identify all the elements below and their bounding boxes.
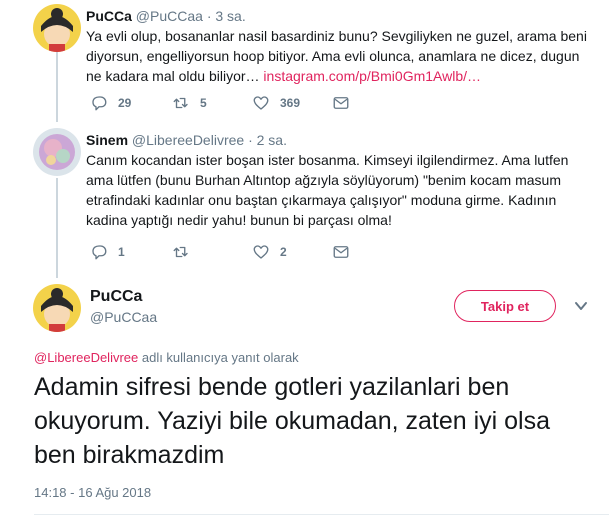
handle[interactable]: @LibereeDelivree	[132, 132, 244, 148]
tweet-header: Sinem @LibereeDelivree · 2 sa.	[86, 132, 287, 148]
reply-icon	[92, 96, 107, 111]
like-icon	[253, 96, 269, 110]
follow-button-label: Takip et	[480, 298, 530, 314]
reply-count: 1	[118, 245, 125, 259]
avatar[interactable]	[33, 128, 81, 176]
display-name[interactable]: Sinem	[86, 132, 128, 148]
avatar[interactable]	[33, 4, 81, 52]
retweet-icon	[173, 97, 188, 109]
like-icon	[253, 245, 269, 259]
reply-context: @LibereeDelivree adlı kullanıcıya yanıt …	[34, 350, 299, 365]
avatar[interactable]	[33, 284, 81, 332]
display-name[interactable]: PuCCa	[86, 8, 132, 24]
retweet-icon	[173, 246, 188, 258]
message-button[interactable]	[332, 242, 360, 262]
display-name[interactable]: PuCCa	[90, 288, 142, 306]
tweet-timestamp[interactable]: 14:18 - 16 Ağu 2018	[34, 485, 151, 500]
tweet-link[interactable]: instagram.com/p/Bmi0Gm1Awlb/…	[263, 68, 481, 84]
like-count: 369	[280, 96, 301, 110]
handle[interactable]: @PuCCaa	[90, 309, 157, 325]
message-icon	[333, 97, 349, 109]
reply-icon	[92, 245, 107, 260]
reply-context-text: adlı kullanıcıya yanıt olarak	[138, 350, 299, 365]
reply-mention[interactable]: @LibereeDelivree	[34, 350, 138, 365]
follow-button[interactable]: Takip et	[454, 290, 556, 322]
tweet-text: Canım kocandan ister boşan ister bosanma…	[86, 150, 598, 230]
like-button[interactable]: 369	[252, 93, 300, 113]
reply-count: 29	[118, 96, 132, 110]
reply-button[interactable]: 1	[90, 242, 125, 262]
divider	[34, 514, 609, 515]
message-button[interactable]	[332, 93, 360, 113]
chevron-down-icon[interactable]	[574, 300, 588, 312]
tweet-actions: 1 2	[86, 242, 386, 262]
thread-line	[56, 178, 58, 278]
retweet-button[interactable]	[172, 242, 200, 262]
retweet-button[interactable]: 5	[172, 93, 207, 113]
handle[interactable]: @PuCCaa	[136, 8, 203, 24]
tweet-body: Canım kocandan ister boşan ister bosanma…	[86, 152, 569, 228]
tweet-time[interactable]: · 2 sa.	[248, 132, 287, 148]
tweet-actions: 29 5 369	[86, 93, 386, 113]
like-button[interactable]: 2	[252, 242, 287, 262]
tweet-text: Ya evli olup, bosananlar nasil basardini…	[86, 26, 598, 86]
tweet-header: PuCCa @PuCCaa · 3 sa.	[86, 8, 246, 24]
like-count: 2	[280, 245, 287, 259]
reply-button[interactable]: 29	[90, 93, 131, 113]
thread-line	[56, 52, 58, 122]
tweet-time[interactable]: · 3 sa.	[207, 8, 246, 24]
main-tweet-text: Adamin sifresi bende gotleri yazilanlari…	[34, 373, 551, 469]
retweet-count: 5	[200, 96, 207, 110]
message-icon	[333, 246, 349, 258]
